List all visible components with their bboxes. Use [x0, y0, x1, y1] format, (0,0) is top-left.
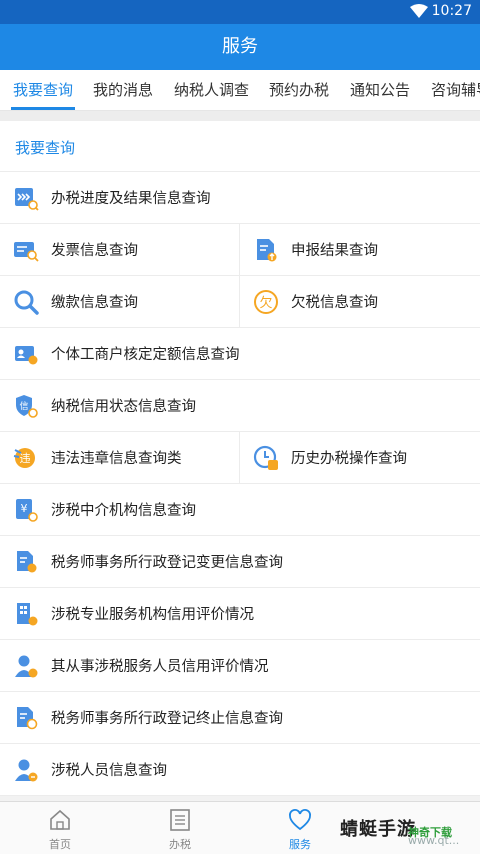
firm-terminate-icon — [17, 706, 38, 729]
status-bar: 10:27 — [0, 0, 480, 24]
list-row: 涉税人员信息查询 — [0, 744, 480, 796]
query-item[interactable]: 信 纳税信用状态信息查询 — [0, 380, 480, 431]
list-row: 涉税专业服务机构信用评价情况 — [0, 588, 480, 640]
invoice-search-icon — [14, 241, 39, 262]
tab-appointment[interactable]: 预约办税 — [269, 70, 329, 110]
tab-bar: 我要查询 我的消息 纳税人调查 预约办税 通知公告 咨询辅导 — [0, 70, 480, 111]
building-rating-icon — [17, 602, 38, 625]
query-item[interactable]: ¥ 涉税中介机构信息查询 — [0, 484, 480, 535]
list-row: 缴款信息查询 欠 欠税信息查询 — [0, 276, 480, 328]
watermark-logo: 蜻蜓手游 神奇下载 www.qt... — [340, 819, 460, 847]
agency-yuan-icon: ¥ — [16, 498, 38, 522]
tab-query[interactable]: 我要查询 — [11, 70, 76, 110]
query-item[interactable]: 办税进度及结果信息查询 — [0, 172, 480, 223]
query-item[interactable]: 个体工商户核定定额信息查询 — [0, 328, 480, 379]
tab-messages[interactable]: 我的消息 — [93, 70, 153, 110]
page-title: 服务 — [0, 24, 480, 70]
person-info-icon — [15, 759, 38, 781]
svg-text:违: 违 — [20, 452, 31, 465]
list-row: 其从事涉税服务人员信用评价情况 — [0, 640, 480, 692]
query-item[interactable]: 申报结果查询 — [240, 224, 480, 275]
person-rating-icon — [15, 655, 38, 677]
query-item[interactable]: 税务师事务所行政登记终止信息查询 — [0, 692, 480, 743]
svg-text:欠: 欠 — [259, 295, 272, 311]
firm-change-icon — [17, 550, 37, 572]
list-row: 个体工商户核定定额信息查询 — [0, 328, 480, 380]
nav-home[interactable]: 首页 — [0, 802, 120, 854]
active-tab-indicator — [11, 107, 76, 110]
section-title: 我要查询 — [15, 139, 76, 157]
magnifier-icon — [14, 290, 39, 315]
svg-text:信: 信 — [19, 400, 28, 412]
progress-search-icon — [15, 187, 39, 211]
history-clock-icon — [253, 445, 278, 470]
nav-tax[interactable]: 办税 — [120, 802, 240, 854]
query-item[interactable]: 其从事涉税服务人员信用评价情况 — [0, 640, 480, 691]
tab-survey[interactable]: 纳税人调查 — [174, 70, 249, 110]
business-id-icon — [15, 345, 38, 364]
query-item[interactable]: 涉税人员信息查询 — [0, 744, 480, 795]
list-icon — [170, 809, 190, 831]
list-row: 信 纳税信用状态信息查询 — [0, 380, 480, 432]
list-row: 税务师事务所行政登记终止信息查询 — [0, 692, 480, 744]
home-icon — [50, 809, 70, 830]
credit-shield-icon: 信 — [16, 394, 38, 418]
svg-text:¥: ¥ — [21, 502, 28, 515]
list-row: 发票信息查询 申报结果查询 — [0, 224, 480, 276]
query-item[interactable]: 发票信息查询 — [0, 224, 240, 275]
list-row: ¥ 涉税中介机构信息查询 — [0, 484, 480, 536]
query-item[interactable]: 缴款信息查询 — [0, 276, 240, 327]
arrears-icon: 欠 — [254, 289, 278, 314]
list-row: 办税进度及结果信息查询 — [0, 172, 480, 224]
wifi-icon — [410, 4, 428, 18]
clock: 10:27 — [431, 3, 472, 19]
query-item[interactable]: 涉税专业服务机构信用评价情况 — [0, 588, 480, 639]
query-item[interactable]: 税务师事务所行政登记变更信息查询 — [0, 536, 480, 587]
violation-icon: 违 — [13, 447, 35, 468]
list-row: 违 违法违章信息查询类 历史办税操作查询 — [0, 432, 480, 484]
tab-notices[interactable]: 通知公告 — [350, 70, 410, 110]
divider — [0, 111, 480, 121]
heart-icon — [289, 809, 311, 831]
list-row: 税务师事务所行政登记变更信息查询 — [0, 536, 480, 588]
declaration-result-icon — [257, 238, 277, 261]
query-item[interactable]: 违 违法违章信息查询类 — [0, 432, 240, 483]
section-header: 我要查询 — [0, 121, 480, 172]
query-item[interactable]: 历史办税操作查询 — [240, 432, 480, 483]
tab-consult[interactable]: 咨询辅导 — [431, 70, 480, 110]
query-list: 办税进度及结果信息查询 发票信息查询 申报结果查询 缴款信息查询 欠 欠税信息查… — [0, 172, 480, 796]
query-item[interactable]: 欠 欠税信息查询 — [240, 276, 480, 327]
